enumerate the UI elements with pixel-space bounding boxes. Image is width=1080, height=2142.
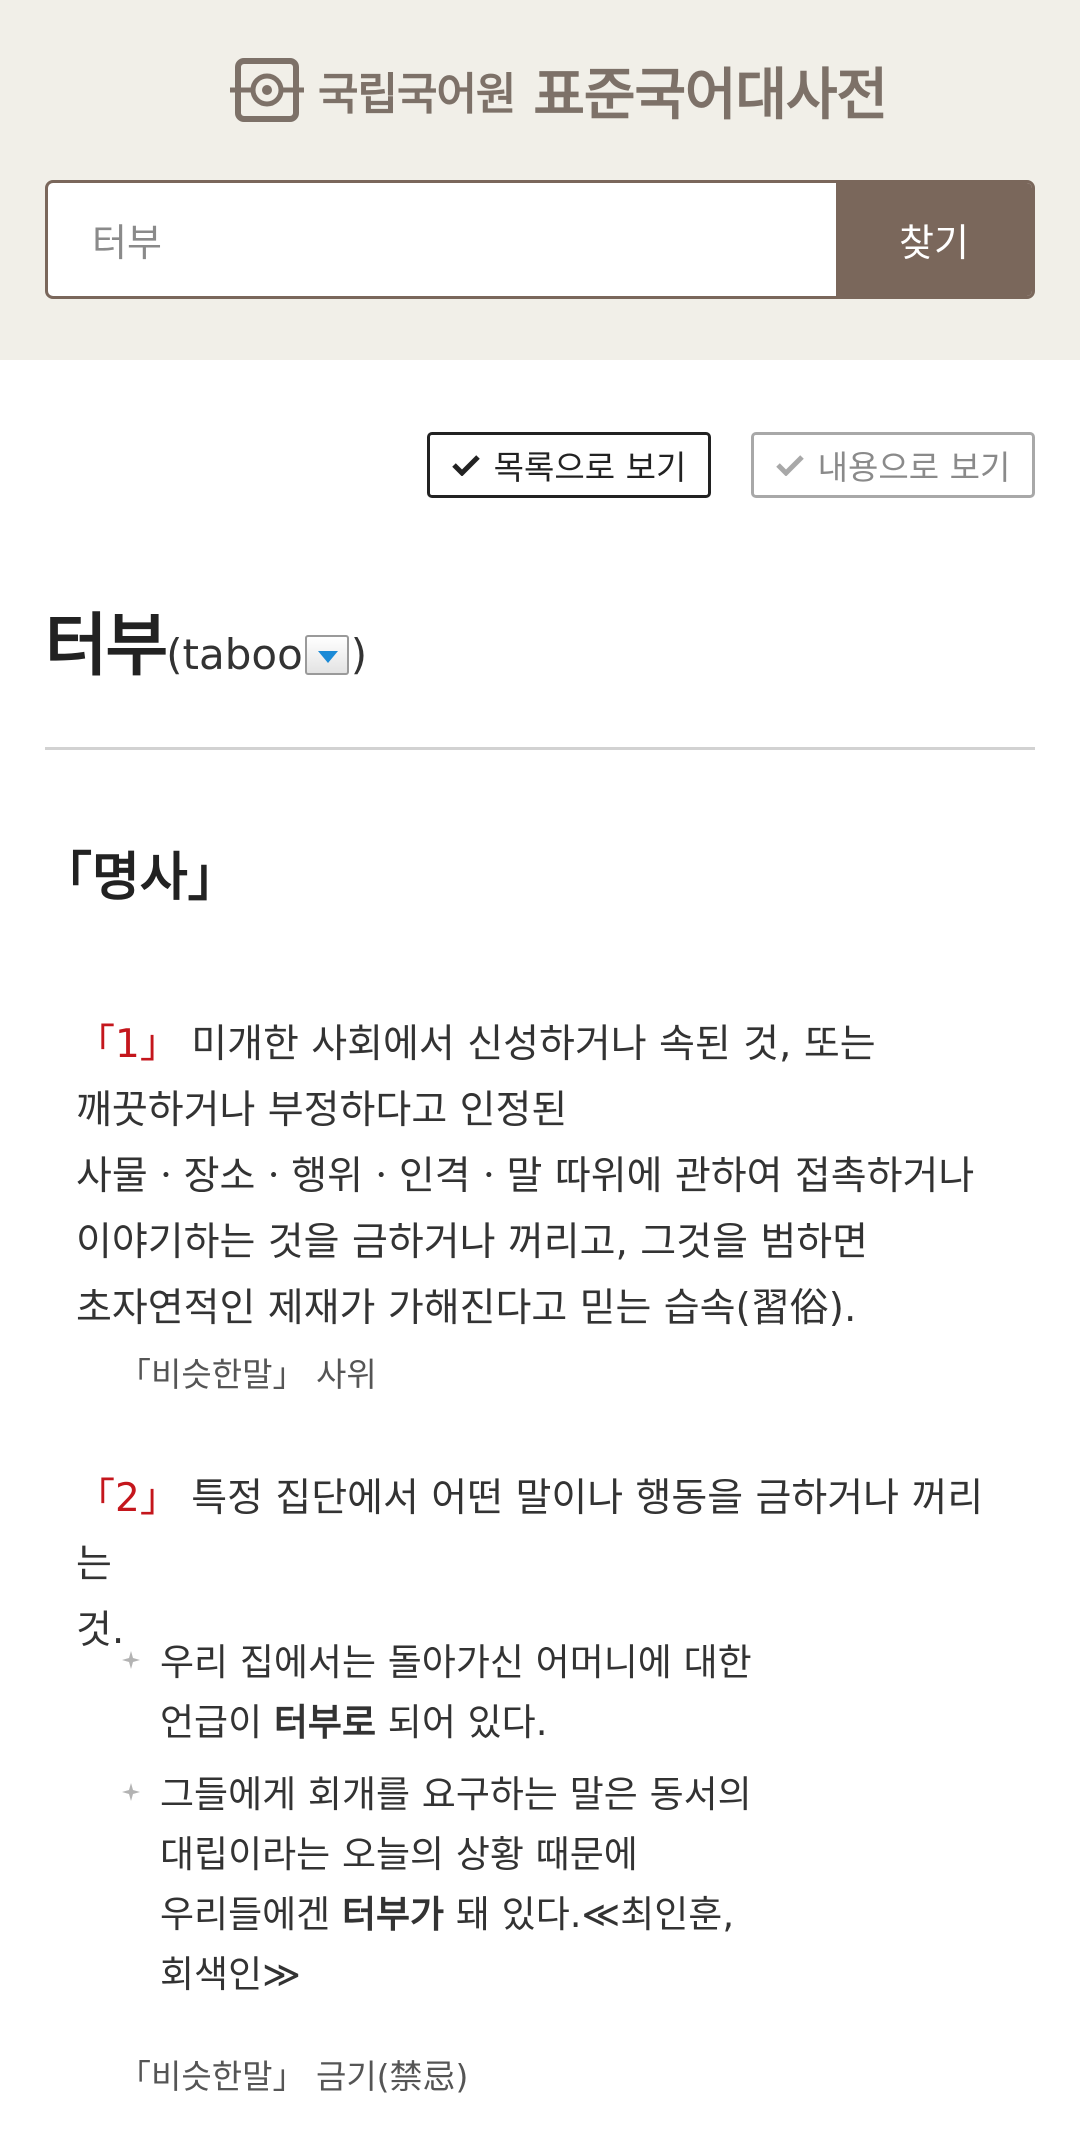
definition-line: 「2」 특정 집단에서 어떤 말이나 행동을 금하거나 꺼리는: [76, 1466, 1016, 1598]
definition-line: 「1」 미개한 사회에서 신성하거나 속된 것, 또는: [76, 1012, 1016, 1078]
diamond-bullet-icon: [122, 1783, 140, 1801]
check-icon: [451, 455, 480, 476]
example-highlight: 터부가: [341, 1893, 445, 1936]
origin-close: ): [350, 630, 368, 679]
definition-line: 초자연적인 제재가 가해진다고 믿는 습속(習俗).: [76, 1286, 857, 1331]
example-line: 언급이 터부로 되어 있다.: [160, 1701, 548, 1744]
example-line: 그들에게 회개를 요구하는 말은 동서의: [160, 1773, 752, 1816]
definition-line: 이야기하는 것을 금하거나 꺼리고, 그것을 범하면: [76, 1220, 868, 1265]
sense-1: 「1」 미개한 사회에서 신성하거나 속된 것, 또는 깨끗하거나 부정하다고 …: [76, 1012, 1016, 1342]
divider: [45, 747, 1035, 750]
origin-dropdown-button[interactable]: [304, 634, 349, 675]
logo-dictionary-text: 표준국어대사전: [533, 62, 888, 128]
example-highlight: 터부로: [273, 1701, 377, 1744]
view-content-label: 내용으로 보기: [817, 448, 1011, 487]
check-icon: [775, 455, 804, 476]
sense-number: 「2」: [76, 1476, 179, 1521]
search-button[interactable]: 찾기: [836, 183, 1032, 296]
search-input[interactable]: [48, 183, 836, 296]
header: 국립국어원 표준국어대사전 찾기: [0, 0, 1080, 360]
definition-text: 특정 집단에서 어떤 말이나 행동을 금하거나 꺼리는: [76, 1476, 984, 1587]
headword: 터부: [45, 607, 168, 686]
view-content-button[interactable]: 내용으로 보기: [751, 432, 1035, 498]
logo-emblem-icon: [230, 58, 304, 122]
example-item: 그들에게 회개를 요구하는 말은 동서의 대립이라는 오늘의 상황 때문에 우리…: [120, 1765, 1020, 2005]
synonym-1: 「비슷한말」 사위: [118, 1348, 377, 1396]
part-of-speech: 「명사」: [40, 848, 240, 908]
synonym-link[interactable]: 사위: [316, 1355, 377, 1394]
view-list-button[interactable]: 목록으로 보기: [427, 432, 711, 498]
synonym-label: 「비슷한말」: [118, 1355, 306, 1394]
entry-heading: 터부 (taboo ): [45, 590, 367, 689]
view-list-label: 목록으로 보기: [493, 448, 687, 487]
logo-institute-text: 국립국어원: [318, 69, 516, 120]
synonym-link[interactable]: 금기(禁忌): [316, 2057, 468, 2096]
example-line: 대립이라는 오늘의 상황 때문에: [160, 1833, 638, 1876]
diamond-bullet-icon: [122, 1651, 140, 1669]
definition-line: 깨끗하거나 부정하다고 인정된: [76, 1088, 568, 1133]
example-list: 우리 집에서는 돌아가신 어머니에 대한 언급이 터부로 되어 있다. 그들에게…: [120, 1633, 1020, 2017]
synonym-label: 「비슷한말」: [118, 2057, 306, 2096]
example-line: 우리들에겐 터부가 돼 있다.≪최인훈,: [160, 1893, 735, 1936]
sense-number: 「1」: [76, 1022, 179, 1067]
site-logo[interactable]: 국립국어원 표준국어대사전: [230, 52, 888, 128]
origin-text: (taboo: [166, 630, 303, 679]
example-line: 우리 집에서는 돌아가신 어머니에 대한: [160, 1641, 752, 1684]
example-line: 회색인≫: [160, 1953, 301, 1996]
example-item: 우리 집에서는 돌아가신 어머니에 대한 언급이 터부로 되어 있다.: [120, 1633, 1020, 1753]
definition-line: 사물ㆍ장소ㆍ행위ㆍ인격ㆍ말 따위에 관하여 접촉하거나: [76, 1154, 975, 1199]
search-bar: 찾기: [45, 180, 1035, 299]
word-origin: (taboo ): [166, 630, 367, 679]
definition-text: 미개한 사회에서 신성하거나 속된 것, 또는: [191, 1022, 876, 1067]
synonym-2: 「비슷한말」 금기(禁忌): [118, 2050, 468, 2098]
